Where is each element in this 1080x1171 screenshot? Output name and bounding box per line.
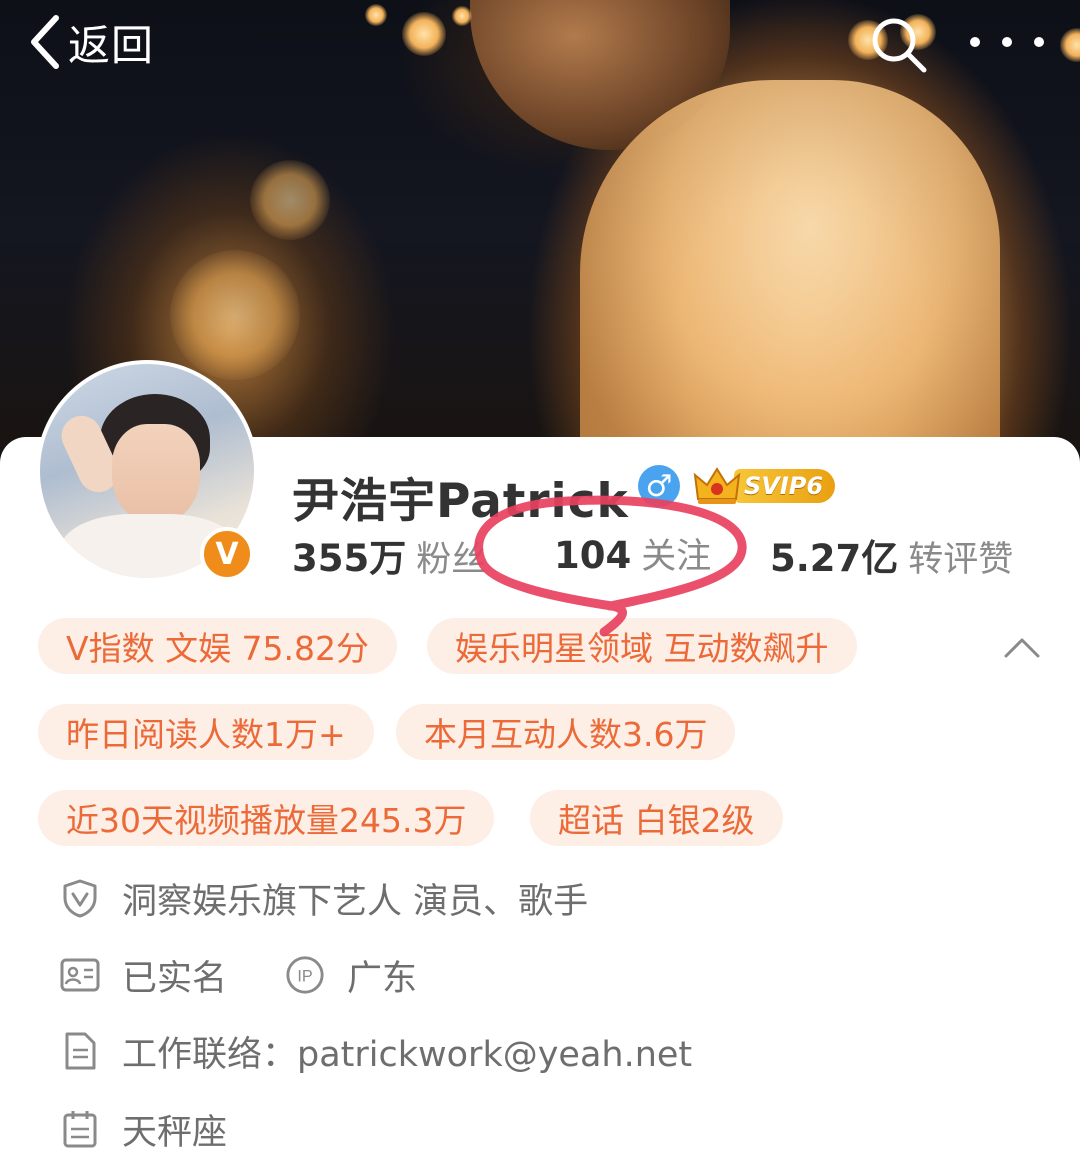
agency-text: 洞察娱乐旗下艺人 演员、歌手 [122,881,589,922]
following-stat[interactable]: 104 关注 [554,528,711,579]
info-realname-row: 已实名 IP 广东 [60,947,417,1003]
fans-count: 355万 [292,537,407,580]
more-dots-icon [1034,37,1044,47]
chevron-up-icon [1004,638,1040,658]
likes-stat[interactable]: 5.27亿 转评赞 [770,528,1013,582]
cover-person-shirt [580,80,1000,470]
more-dots-icon [1002,37,1012,47]
realname-text: 已实名 [122,958,228,999]
info-zodiac-row: 天秤座 [60,1101,227,1157]
back-label: 返回 [68,20,155,70]
shield-v-icon [60,878,100,918]
search-button[interactable] [868,14,930,76]
zodiac-text: 天秤座 [122,1112,228,1153]
crown-icon [692,465,742,507]
tag-v-index[interactable]: V指数 文娱 75.82分 [38,618,398,674]
tag-video-plays[interactable]: 近30天视频播放量245.3万 [38,790,495,846]
flower-glow [170,250,300,380]
male-icon: ♂ [638,465,680,507]
chevron-left-icon [28,14,62,70]
username: 尹浩宇Patrick [292,474,629,529]
flower-glow [250,160,330,240]
more-options-button[interactable] [970,14,1044,70]
svip-badge[interactable]: SVIP6 [692,465,836,507]
ip-location-text: 广东 [347,958,418,999]
info-contact-row: 工作联络：patrickwork@yeah.net [60,1023,692,1079]
info-agency-row: 洞察娱乐旗下艺人 演员、歌手 [60,870,588,926]
fans-stat[interactable]: 355万 粉丝 [292,528,486,582]
following-count: 104 [554,534,632,577]
search-icon [872,18,927,73]
likes-count: 5.27亿 [770,537,899,580]
more-dots-icon [970,37,980,47]
tag-super-topic[interactable]: 超话 白银2级 [530,790,783,846]
calendar-icon [60,1109,100,1149]
svip-label: SVIP6 [734,469,836,503]
back-button[interactable]: 返回 [28,10,154,74]
document-icon [60,1031,100,1071]
tag-domain-rank[interactable]: 娱乐明星领域 互动数飙升 [427,618,857,674]
top-navigation-bar: 返回 [0,0,1080,90]
id-card-icon [60,955,100,995]
likes-label: 转评赞 [908,540,1014,580]
ip-badge-text: IP [297,968,312,986]
following-label: 关注 [641,537,712,577]
verified-badge-icon: V [200,527,254,581]
tag-yesterday-readers[interactable]: 昨日阅读人数1万+ [38,704,374,760]
ip-location-icon: IP [285,955,325,995]
fans-label: 粉丝 [416,540,487,580]
collapse-tags-button[interactable] [1003,632,1041,662]
tag-monthly-interactions[interactable]: 本月互动人数3.6万 [396,704,736,760]
contact-text[interactable]: 工作联络：patrickwork@yeah.net [122,1026,692,1077]
